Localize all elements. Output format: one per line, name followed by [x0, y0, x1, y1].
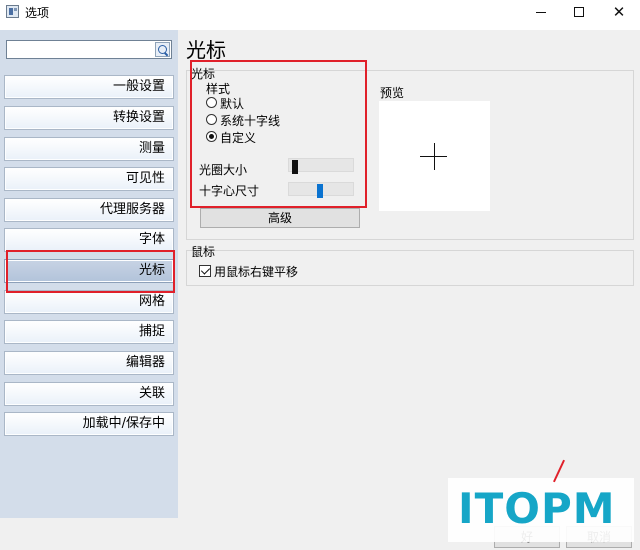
aperture-size-slider[interactable]	[288, 158, 354, 174]
window-title: 选项	[25, 6, 50, 20]
sidebar-item-font[interactable]: 字体	[4, 228, 174, 252]
app-icon	[6, 5, 19, 18]
right-button-pan-label: 用鼠标右键平移	[214, 265, 299, 279]
sidebar-item-association[interactable]: 关联	[4, 382, 174, 406]
sidebar-item-visibility[interactable]: 可见性	[4, 167, 174, 191]
radio-system-crosshair[interactable]	[206, 114, 217, 125]
sidebar-item-proxy[interactable]: 代理服务器	[4, 198, 174, 222]
crosshair-preview-icon-vertical	[434, 143, 435, 170]
sidebar-item-grid[interactable]: 网格	[4, 290, 174, 314]
sidebar-item-general[interactable]: 一般设置	[4, 75, 174, 99]
sidebar-item-load-save[interactable]: 加载中/保存中	[4, 412, 174, 436]
page-title: 光标	[186, 38, 226, 62]
radio-custom[interactable]	[206, 131, 217, 142]
minimize-icon	[536, 12, 546, 13]
sidebar-item-cursor[interactable]: 光标	[4, 259, 174, 283]
radio-system-crosshair-label: 系统十字线	[220, 114, 281, 128]
advanced-button[interactable]: 高级	[200, 208, 360, 228]
title-bar: 选项 ✕	[0, 0, 640, 24]
crosshair-size-slider[interactable]	[288, 182, 354, 198]
close-button[interactable]: ✕	[596, 0, 640, 24]
search-input[interactable]	[9, 42, 153, 57]
search-box	[6, 40, 172, 59]
aperture-size-label: 光圈大小	[199, 163, 248, 177]
sidebar-item-measurement[interactable]: 测量	[4, 137, 174, 161]
sidebar-item-editor[interactable]: 编辑器	[4, 351, 174, 375]
search-icon[interactable]	[155, 42, 170, 57]
sidebar-item-conversion[interactable]: 转换设置	[4, 106, 174, 130]
sidebar-item-snap[interactable]: 捕捉	[4, 320, 174, 344]
crosshair-slider-thumb[interactable]	[317, 184, 323, 198]
right-button-pan-checkbox[interactable]	[199, 265, 211, 277]
radio-default-label: 默认	[220, 97, 245, 111]
radio-default[interactable]	[206, 97, 217, 108]
watermark-logo: ITOPM	[458, 484, 616, 533]
mouse-group-label: 鼠标	[191, 245, 216, 259]
radio-custom-label: 自定义	[220, 131, 257, 145]
preview-label: 预览	[380, 86, 405, 100]
close-icon: ✕	[612, 3, 626, 21]
maximize-icon	[574, 7, 584, 17]
aperture-slider-thumb[interactable]	[292, 160, 298, 174]
crosshair-size-label: 十字心尺寸	[199, 184, 260, 198]
